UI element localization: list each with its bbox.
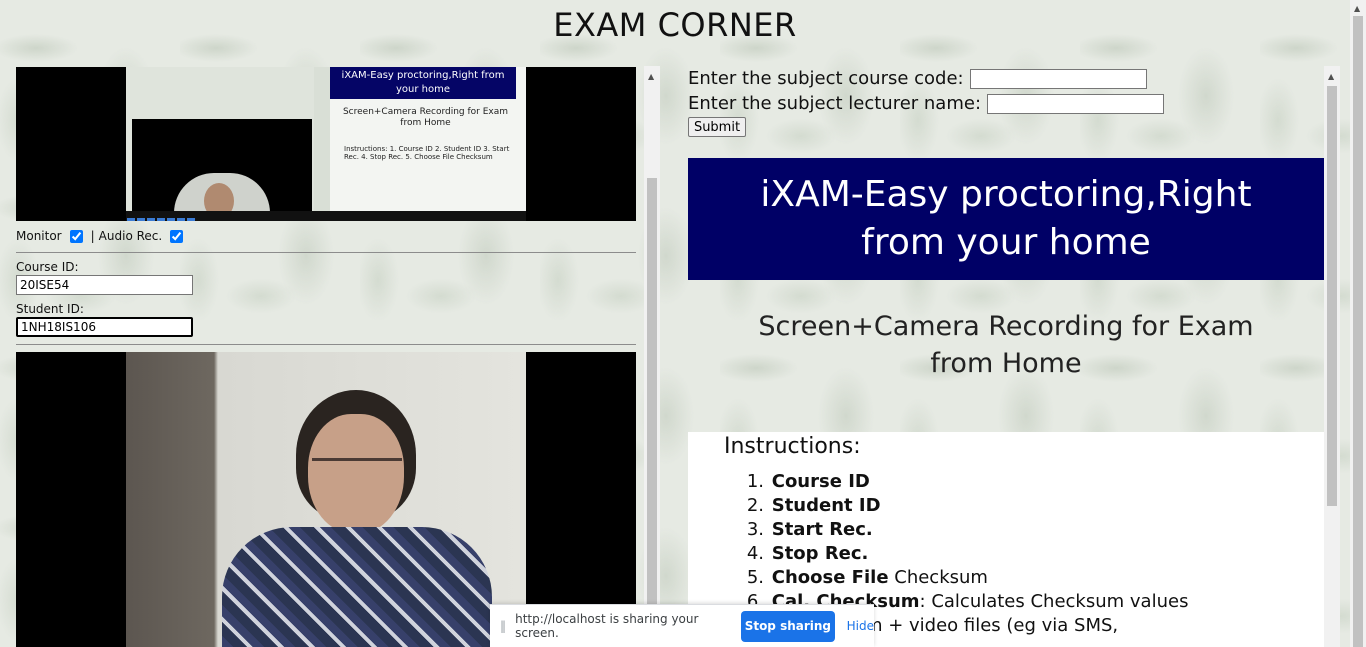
- scroll-thumb[interactable]: [1353, 16, 1363, 647]
- scroll-thumb[interactable]: [647, 178, 657, 647]
- scroll-up-arrow-icon[interactable]: ▲: [1354, 4, 1360, 13]
- mini-banner: iXAM-Easy proctoring,Right from your hom…: [330, 67, 516, 99]
- course-code-row: Enter the subject course code:: [688, 68, 1147, 89]
- page-scrollbar[interactable]: ▲: [1350, 0, 1366, 647]
- list-item: 4. Stop Rec.: [746, 543, 869, 564]
- lecturer-name-input[interactable]: [987, 93, 1165, 114]
- mini-instructions: Instructions: 1. Course ID 2. Student ID…: [344, 145, 510, 161]
- screen-sharing-bar: || http://localhost is sharing your scre…: [490, 604, 874, 647]
- audio-rec-label: Audio Rec.: [98, 229, 163, 243]
- mini-subtitle: Screen+Camera Recording for Exam from Ho…: [342, 107, 509, 128]
- submit-button[interactable]: Submit: [688, 117, 746, 137]
- person-body: [222, 527, 492, 647]
- mini-right-panel: iXAM-Easy proctoring,Right from your hom…: [330, 67, 526, 211]
- scroll-up-arrow-icon[interactable]: ▲: [648, 72, 654, 81]
- mini-desktop: iXAM-Easy proctoring,Right from your hom…: [126, 67, 526, 221]
- audio-rec-checkbox[interactable]: [170, 229, 184, 243]
- separator: |: [90, 229, 95, 243]
- lecturer-label: Enter the subject lecturer name:: [688, 93, 982, 114]
- hero-banner: iXAM-Easy proctoring,Right from your hom…: [688, 158, 1324, 280]
- right-pane: Enter the subject course code: Enter the…: [660, 66, 1342, 647]
- right-scrollbar[interactable]: ▲: [1324, 66, 1340, 647]
- scroll-up-arrow-icon[interactable]: ▲: [1328, 72, 1334, 81]
- left-scrollbar[interactable]: ▲: [644, 66, 660, 647]
- course-code-input[interactable]: [969, 68, 1147, 89]
- person-glasses: [312, 458, 402, 478]
- hide-link[interactable]: Hide: [847, 619, 874, 633]
- webcam-background: [126, 352, 526, 647]
- list-item: 1. Course ID: [746, 471, 870, 492]
- monitor-checkbox[interactable]: [69, 229, 83, 243]
- list-item: 2. Student ID: [746, 495, 881, 516]
- sharing-message: http://localhost is sharing your screen.: [515, 612, 699, 640]
- mini-taskbar: [126, 211, 526, 221]
- stop-sharing-button[interactable]: Stop sharing: [741, 610, 835, 642]
- drag-handle-icon[interactable]: ||: [500, 619, 513, 633]
- course-code-label: Enter the subject course code:: [688, 68, 964, 89]
- divider: [16, 344, 636, 345]
- mini-left-panel: [126, 67, 314, 221]
- lecturer-row: Enter the subject lecturer name:: [688, 93, 1165, 114]
- divider: [16, 252, 636, 253]
- recording-controls: Monitor | Audio Rec.: [16, 229, 184, 243]
- scroll-thumb[interactable]: [1327, 86, 1337, 506]
- student-id-label: Student ID:: [16, 302, 84, 316]
- list-item: 3. Start Rec.: [746, 519, 873, 540]
- student-id-input[interactable]: [16, 317, 193, 337]
- subtitle-line-2: from Home: [930, 348, 1082, 379]
- course-id-input[interactable]: [16, 275, 193, 295]
- page-title: EXAM CORNER: [553, 6, 797, 44]
- banner-line-1: iXAM-Easy proctoring,Right: [760, 174, 1252, 215]
- banner-line-2: from your home: [861, 222, 1151, 263]
- list-item: 5. Choose File Checksum: [746, 567, 988, 588]
- course-id-label: Course ID:: [16, 260, 79, 274]
- monitor-label: Monitor: [16, 229, 62, 243]
- subtitle-line-1: Screen+Camera Recording for Exam: [758, 311, 1254, 342]
- left-pane: iXAM-Easy proctoring,Right from your hom…: [0, 66, 660, 647]
- mini-camera-feed: [132, 119, 312, 221]
- instructions-title: Instructions:: [724, 434, 861, 459]
- screen-share-preview: iXAM-Easy proctoring,Right from your hom…: [16, 67, 636, 221]
- webcam-feed: [16, 352, 636, 647]
- subtitle: Screen+Camera Recording for Exam from Ho…: [688, 308, 1324, 382]
